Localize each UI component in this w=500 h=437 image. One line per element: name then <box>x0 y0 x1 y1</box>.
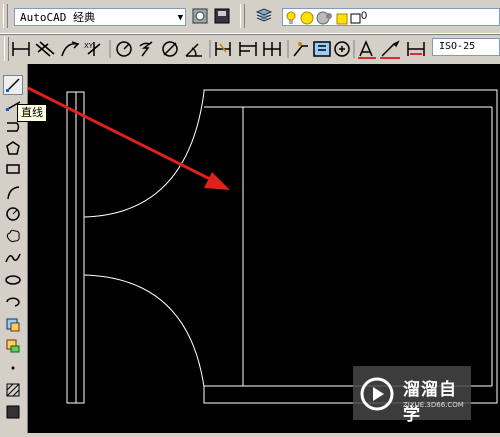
tooltip: 直线 <box>17 104 47 122</box>
hatch-icon[interactable] <box>3 380 23 400</box>
linear-dimension-icon[interactable] <box>12 42 30 56</box>
quick-leader-icon[interactable] <box>293 42 308 57</box>
baseline-dimension-icon[interactable] <box>239 42 257 56</box>
workspace-value: AutoCAD 经典 <box>20 11 95 24</box>
line-tool-icon[interactable] <box>3 75 23 95</box>
radius-dimension-icon[interactable] <box>116 41 132 57</box>
insert-block-icon[interactable] <box>3 314 23 334</box>
continue-dimension-icon[interactable] <box>263 42 281 56</box>
layer-state-icons <box>286 11 361 25</box>
workspace-save-icon[interactable] <box>212 6 232 26</box>
door-upper <box>83 91 205 218</box>
toolbar-grip[interactable] <box>240 4 245 28</box>
layer-manager-icon[interactable] <box>254 6 274 26</box>
angular-dimension-icon[interactable] <box>185 43 202 57</box>
toolbar-grip[interactable] <box>3 4 8 28</box>
aligned-dimension-icon[interactable] <box>35 41 55 57</box>
layer-select[interactable]: 0 <box>282 8 500 26</box>
door-lower <box>83 274 205 388</box>
ellipse-arc-icon[interactable] <box>3 292 23 312</box>
ellipse-icon[interactable] <box>3 270 23 290</box>
workspace-settings-icon[interactable] <box>190 6 210 26</box>
tolerance-icon[interactable] <box>313 41 331 57</box>
watermark-logo-icon <box>360 377 394 411</box>
diameter-dimension-icon[interactable] <box>162 41 178 57</box>
point-icon[interactable] <box>3 358 23 378</box>
rectangle-icon[interactable] <box>3 159 23 179</box>
dimension-update-icon[interactable] <box>407 42 425 56</box>
gradient-icon[interactable] <box>3 402 23 422</box>
dimension-edit-icon[interactable] <box>358 40 376 59</box>
watermark: 溜溜自学 ZIXUE.3D66.COM <box>353 366 471 425</box>
jogged-dimension-icon[interactable] <box>139 41 153 57</box>
watermark-url: ZIXUE.3D66.COM <box>403 401 464 409</box>
center-mark-icon[interactable] <box>334 41 350 57</box>
quick-dimension-icon[interactable] <box>215 42 231 56</box>
layer-name: 0 <box>361 10 368 22</box>
dimension-tool-icons: XY <box>12 40 425 59</box>
polygon-icon[interactable] <box>3 138 23 158</box>
cabinet-outline <box>203 89 498 404</box>
workspace-toolbar: AutoCAD 经典 ▼ 0 <box>0 0 500 34</box>
workspace-select[interactable]: AutoCAD 经典 ▼ <box>14 8 186 26</box>
arc-length-icon[interactable] <box>61 41 80 57</box>
dimension-style-value: ISO-25 <box>439 41 476 52</box>
dimension-text-edit-icon[interactable] <box>380 40 400 59</box>
svg-text:XY: XY <box>84 42 94 50</box>
watermark-title: 溜溜自学 <box>403 380 457 425</box>
dimension-toolbar: XY ISO-25 <box>0 34 500 63</box>
ordinate-dimension-icon[interactable]: XY <box>84 42 101 56</box>
dimension-style-select[interactable]: ISO-25 <box>432 38 500 56</box>
make-block-icon[interactable] <box>3 336 23 356</box>
tooltip-text: 直线 <box>21 107 43 119</box>
spline-icon[interactable] <box>3 248 23 268</box>
revision-cloud-icon[interactable] <box>3 226 23 246</box>
chevron-down-icon[interactable]: ▼ <box>178 9 183 27</box>
circle-icon[interactable] <box>3 204 23 224</box>
red-arrow-icon <box>27 86 230 190</box>
arc-icon[interactable] <box>3 183 23 203</box>
wall-frame <box>66 91 85 404</box>
toolbar-grip[interactable] <box>4 37 9 61</box>
